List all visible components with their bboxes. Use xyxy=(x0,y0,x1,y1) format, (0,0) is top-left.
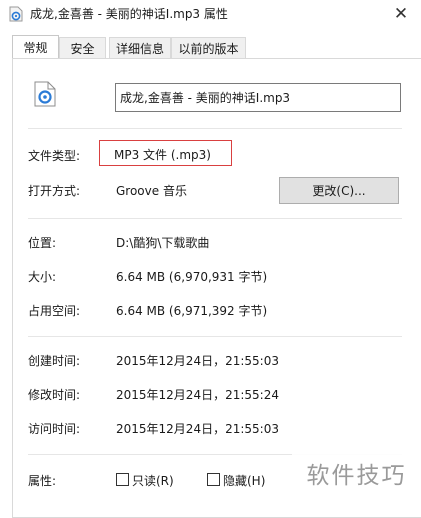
tab-previous-versions[interactable]: 以前的版本 xyxy=(171,37,246,58)
hidden-label[interactable]: 隐藏(H) xyxy=(223,472,265,489)
audio-file-icon xyxy=(34,81,56,107)
tab-label: 安全 xyxy=(70,41,95,56)
location-label: 位置: xyxy=(28,236,57,250)
readonly-checkbox[interactable] xyxy=(116,473,129,486)
hidden-checkbox[interactable] xyxy=(207,473,220,486)
location-value: D:\酷狗\下载歌曲 xyxy=(116,236,210,250)
file-name-field[interactable]: 成龙,金喜善 - 美丽的神话Ⅰ.mp3 xyxy=(115,83,401,112)
audio-file-icon xyxy=(9,6,23,22)
change-button-label: 更改(C)... xyxy=(312,184,366,198)
size-on-disk-value: 6.64 MB (6,971,392 字节) xyxy=(116,304,268,318)
close-icon: ✕ xyxy=(393,4,409,24)
title-bar: 成龙,金喜善 - 美丽的神话Ⅰ.mp3 属性 ✕ xyxy=(0,0,421,28)
open-with-label: 打开方式: xyxy=(28,184,81,198)
file-type-label: 文件类型: xyxy=(28,149,81,163)
modified-label: 修改时间: xyxy=(28,388,81,402)
readonly-label[interactable]: 只读(R) xyxy=(132,472,174,489)
accessed-value: 2015年12月24日，21:55:03 xyxy=(116,422,279,436)
tab-details[interactable]: 详细信息 xyxy=(109,37,171,58)
tab-label: 以前的版本 xyxy=(178,41,239,56)
watermark-text: 软件技巧 xyxy=(306,463,407,489)
tab-general[interactable]: 常规 xyxy=(12,35,59,58)
separator xyxy=(28,218,402,219)
size-value: 6.64 MB (6,970,931 字节) xyxy=(116,270,268,284)
accessed-label: 访问时间: xyxy=(28,422,81,436)
file-name-value: 成龙,金喜善 - 美丽的神话Ⅰ.mp3 xyxy=(120,91,291,105)
watermark: 软件技巧 xyxy=(292,452,421,494)
close-button[interactable]: ✕ xyxy=(381,0,421,28)
modified-value: 2015年12月24日，21:55:24 xyxy=(116,388,279,402)
attributes-label: 属性: xyxy=(28,474,57,488)
size-on-disk-label: 占用空间: xyxy=(28,304,81,318)
size-label: 大小: xyxy=(28,270,57,284)
window-title: 成龙,金喜善 - 美丽的神话Ⅰ.mp3 属性 xyxy=(30,7,228,21)
created-label: 创建时间: xyxy=(28,354,81,368)
general-tab-panel xyxy=(12,58,421,518)
file-type-highlight: MP3 文件 (.mp3) xyxy=(99,140,232,166)
separator xyxy=(28,128,402,129)
separator xyxy=(28,336,402,337)
tab-label: 详细信息 xyxy=(115,41,164,56)
tab-security[interactable]: 安全 xyxy=(59,37,106,58)
tab-label: 常规 xyxy=(23,40,48,55)
change-button[interactable]: 更改(C)... xyxy=(279,177,399,204)
open-with-value: Groove 音乐 xyxy=(116,184,187,198)
file-type-value: MP3 文件 (.mp3) xyxy=(114,148,211,162)
created-value: 2015年12月24日，21:55:03 xyxy=(116,354,279,368)
